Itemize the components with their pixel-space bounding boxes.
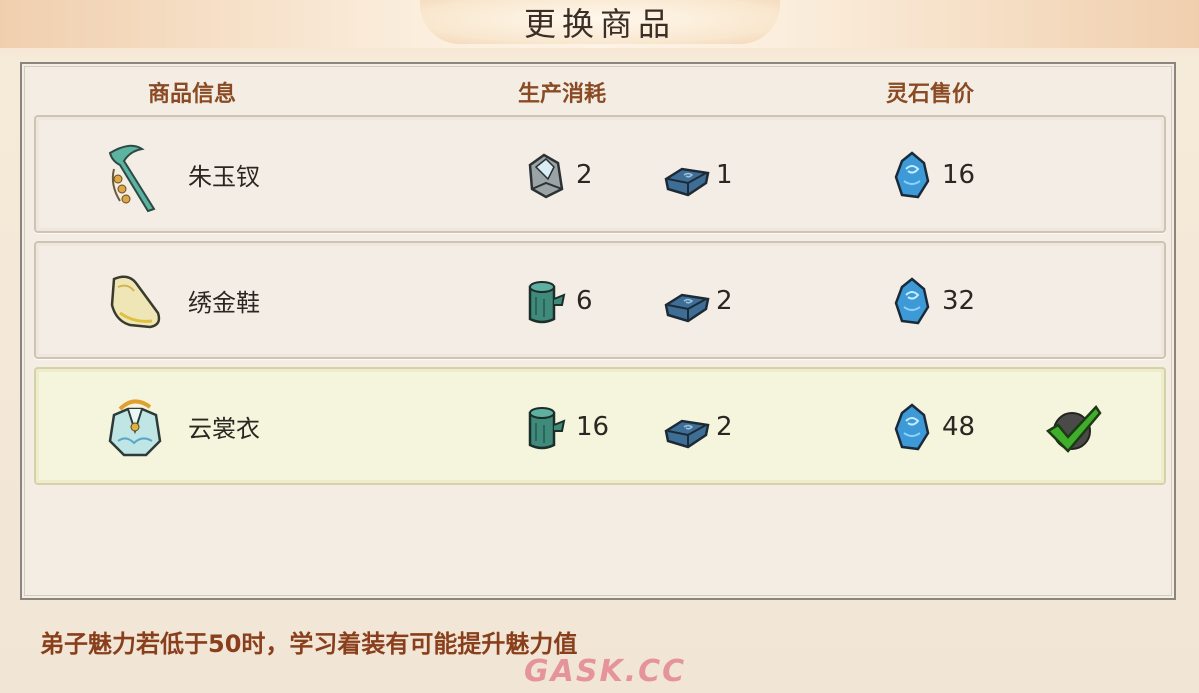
goods-panel: 商品信息 生产消耗 灵石售价 朱玉钗 2 1 16 绣金鞋 6 2 32 云裳衣… bbox=[20, 62, 1176, 600]
cost-2-amount: 1 bbox=[716, 160, 733, 190]
price: 32 bbox=[888, 275, 975, 327]
goods-row-3[interactable]: 云裳衣 16 2 48 bbox=[34, 367, 1166, 485]
watermark: GASK.CC bbox=[524, 654, 687, 689]
crystal-ore-icon bbox=[528, 153, 564, 199]
goods-name: 绣金鞋 bbox=[188, 289, 260, 317]
goods-name: 朱玉钗 bbox=[188, 163, 260, 191]
charm-hint-text: 弟子魅力若低于50时，学习着装有可能提升魅力值 bbox=[40, 630, 578, 658]
page-title: 更换商品 bbox=[523, 5, 676, 43]
iron-ingot-icon bbox=[664, 167, 710, 197]
cost-2-amount: 2 bbox=[716, 412, 733, 442]
header-spirit-stone-price: 灵石售价 bbox=[886, 82, 975, 107]
header-goods-info: 商品信息 bbox=[148, 82, 237, 107]
cost-1: 2 bbox=[522, 149, 593, 201]
price-amount: 32 bbox=[942, 286, 976, 316]
spirit-stone-icon bbox=[894, 403, 930, 451]
cost-1-amount: 2 bbox=[576, 160, 593, 190]
spirit-stone-icon bbox=[894, 151, 930, 199]
title-plaque: 更换商品 bbox=[420, 0, 780, 44]
goods-row-1[interactable]: 朱玉钗 2 1 16 bbox=[34, 115, 1166, 233]
cost-2: 2 bbox=[662, 275, 733, 327]
header-production-cost: 生产消耗 bbox=[518, 82, 607, 107]
checkmark-icon bbox=[1045, 404, 1102, 453]
iron-ingot-icon bbox=[664, 419, 710, 449]
wood-log-icon bbox=[528, 281, 566, 324]
goods-row-2[interactable]: 绣金鞋 6 2 32 bbox=[34, 241, 1166, 359]
iron-ingot-icon bbox=[664, 293, 710, 323]
jade-hairpin-icon bbox=[108, 144, 156, 213]
price-amount: 48 bbox=[942, 412, 976, 442]
price: 48 bbox=[888, 401, 975, 453]
cost-1-amount: 16 bbox=[576, 412, 610, 442]
price-amount: 16 bbox=[942, 160, 976, 190]
spirit-stone-icon bbox=[894, 277, 930, 325]
cloud-robe-icon bbox=[108, 399, 162, 457]
wood-log-icon bbox=[528, 407, 566, 450]
cost-1-amount: 6 bbox=[576, 286, 593, 316]
goods-name: 云裳衣 bbox=[188, 415, 260, 443]
cost-2: 1 bbox=[662, 149, 733, 201]
embroidered-shoe-icon bbox=[110, 275, 161, 329]
cost-2: 2 bbox=[662, 401, 733, 453]
cost-1: 6 bbox=[522, 275, 593, 327]
price: 16 bbox=[888, 149, 975, 201]
cost-1: 16 bbox=[522, 401, 609, 453]
cost-2-amount: 2 bbox=[716, 286, 733, 316]
